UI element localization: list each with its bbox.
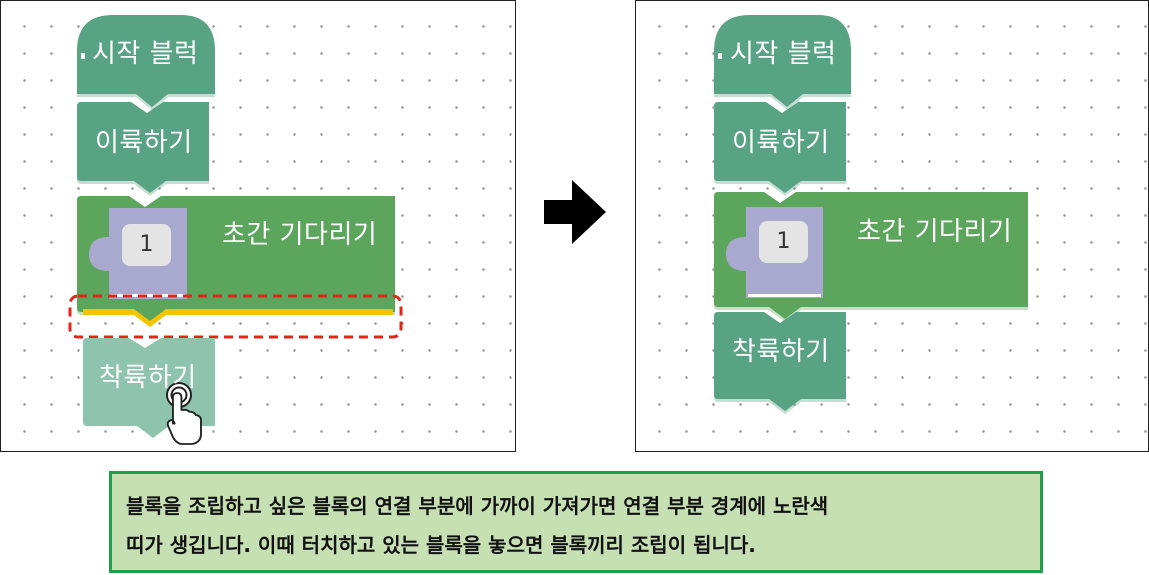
slot-underline — [748, 294, 821, 297]
hat-mark — [81, 53, 85, 59]
land-block-label: 착륙하기 — [732, 337, 830, 367]
takeoff-block-label: 이륙하기 — [732, 128, 830, 158]
takeoff-block-label: 이륙하기 — [95, 128, 193, 158]
instruction-caption: 블록을 조립하고 싶은 블록의 연결 부분에 가까이 가져가면 연결 부분 경계… — [109, 471, 1043, 573]
caption-line-1: 블록을 조립하고 싶은 블록의 연결 부분에 가까이 가져가면 연결 부분 경계… — [126, 494, 829, 518]
caption-line-2: 띠가 생깁니다. 이때 터치하고 있는 블록을 놓으면 블록끼리 조립이 됩니다… — [126, 533, 756, 557]
start-block-label: 시작 블럭 — [92, 39, 199, 69]
workspace-before: 시작 블럭 이륙하기 초간 기다리기 1 착륙하기 — [0, 0, 516, 452]
wait-value-text: 1 — [139, 232, 154, 257]
hat-mark — [718, 53, 722, 59]
connection-highlight — [83, 309, 393, 327]
wait-block-label: 초간 기다리기 — [857, 217, 1013, 247]
land-block-label: 착륙하기 — [99, 363, 197, 393]
start-block-label: 시작 블럭 — [730, 39, 837, 69]
right-arrow-icon — [544, 180, 606, 244]
wait-value-text: 1 — [776, 229, 791, 254]
workspace-after: 시작 블럭 이륙하기 초간 기다리기 1 착륙하기 — [635, 0, 1149, 452]
wait-block-label: 초간 기다리기 — [222, 220, 378, 250]
